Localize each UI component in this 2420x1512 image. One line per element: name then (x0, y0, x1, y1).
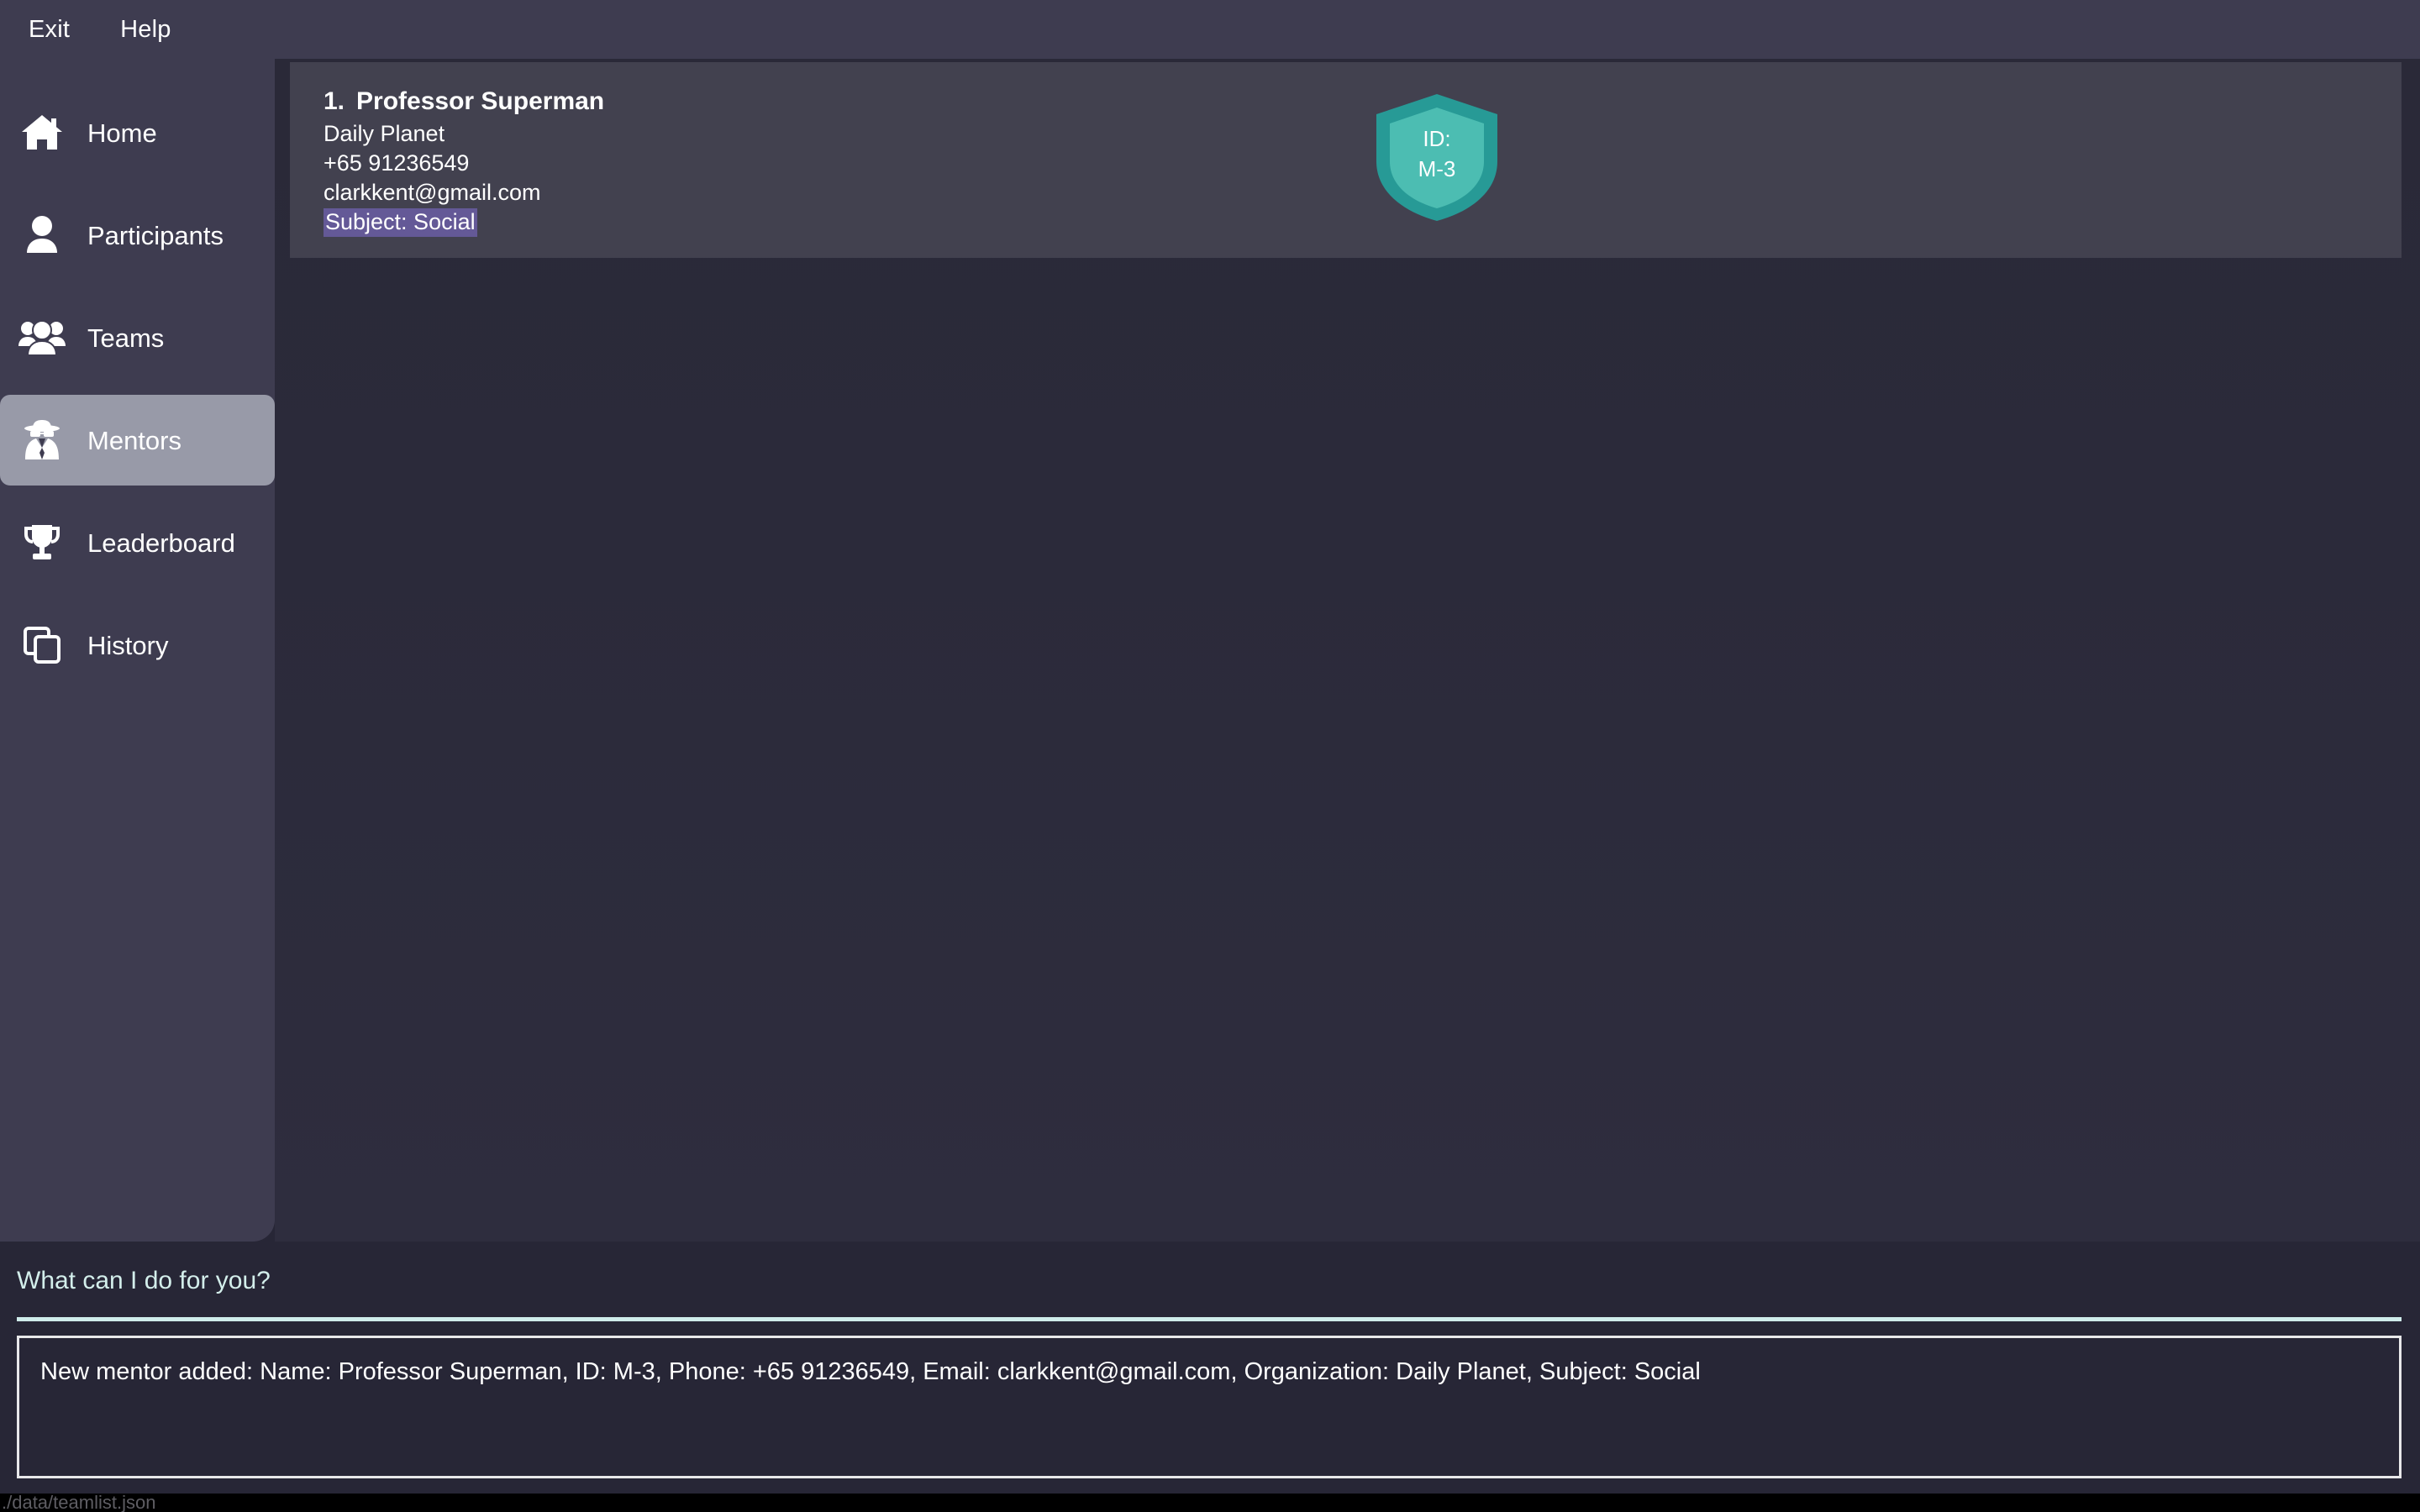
spy-agent-icon (18, 417, 66, 464)
prompt-area: What can I do for you? New mentor added:… (0, 1242, 2420, 1494)
prompt-divider (17, 1317, 2402, 1321)
mentor-card[interactable]: 1. Professor Superman Daily Planet +65 91… (290, 62, 2402, 258)
command-output-box[interactable]: New mentor added: Name: Professor Superm… (17, 1336, 2402, 1478)
application-window: Exit Help Home Participants (0, 0, 2420, 1512)
menu-exit[interactable]: Exit (29, 18, 70, 42)
sidebar: Home Participants (0, 59, 275, 1242)
sidebar-item-teams[interactable]: Teams (0, 292, 275, 383)
mentor-subject-badge: Subject: Social (324, 208, 477, 237)
sidebar-item-history[interactable]: History (0, 600, 275, 690)
status-bar: ./data/teamlist.json (0, 1494, 2420, 1512)
mentor-name: Professor Superman (356, 87, 604, 115)
mentor-card-title: 1. Professor Superman (324, 84, 2402, 119)
mentors-list-panel: 1. Professor Superman Daily Planet +65 91… (275, 59, 2420, 1242)
mentor-organization: Daily Planet (324, 119, 2402, 149)
sidebar-item-label-mentors: Mentors (87, 428, 182, 454)
sidebar-item-participants[interactable]: Participants (0, 190, 275, 281)
mentor-subject-row: Subject: Social (324, 207, 2402, 237)
mentor-phone: +65 91236549 (324, 149, 2402, 178)
shield-icon (1374, 92, 1500, 223)
sidebar-item-label-participants: Participants (87, 223, 224, 249)
sidebar-item-leaderboard[interactable]: Leaderboard (0, 497, 275, 588)
sidebar-item-label-history: History (87, 633, 168, 659)
user-icon (18, 212, 66, 259)
users-group-icon (18, 314, 66, 361)
trophy-icon (18, 519, 66, 566)
mentor-index: 1. (324, 87, 345, 115)
status-bar-path: ./data/teamlist.json (2, 1494, 155, 1512)
sidebar-item-label-home: Home (87, 120, 157, 146)
mentor-card-details: 1. Professor Superman Daily Planet +65 91… (290, 62, 2402, 237)
menu-help[interactable]: Help (120, 18, 171, 42)
sidebar-item-home[interactable]: Home (0, 87, 275, 178)
sidebar-item-label-teams: Teams (87, 325, 164, 351)
command-output-text: New mentor added: Name: Professor Superm… (40, 1357, 2399, 1387)
menu-bar: Exit Help (0, 0, 2420, 59)
mentor-id-shield-badge: ID: M-3 (1374, 92, 1500, 223)
mentor-email: clarkkent@gmail.com (324, 178, 2402, 207)
prompt-label: What can I do for you? (17, 1268, 271, 1294)
home-icon (18, 109, 66, 156)
sidebar-item-label-leaderboard: Leaderboard (87, 530, 235, 556)
copy-pages-icon (18, 622, 66, 669)
sidebar-item-mentors[interactable]: Mentors (0, 395, 275, 486)
